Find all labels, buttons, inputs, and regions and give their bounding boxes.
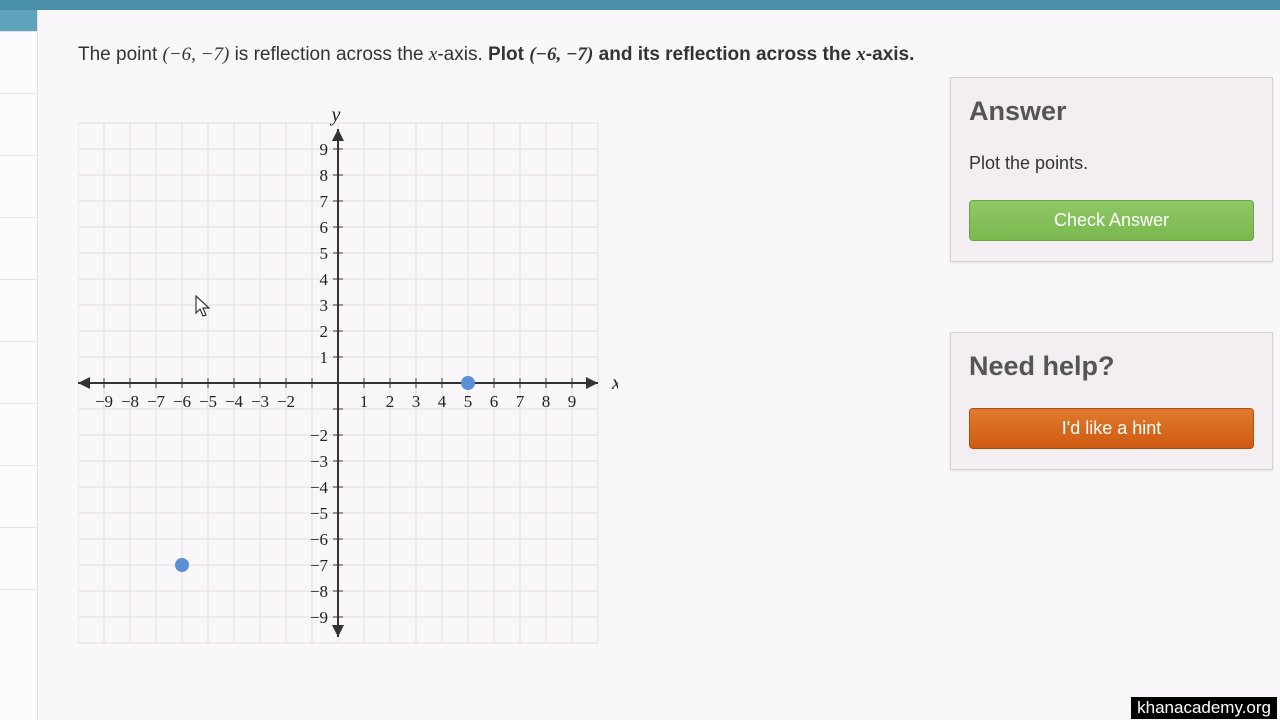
svg-text:−6: −6 <box>173 392 191 411</box>
q-plot: Plot <box>488 44 529 65</box>
coordinate-graph[interactable]: −9−8−7−6−5−4−3−2123456789123456789−2−3−4… <box>78 97 618 657</box>
sidebar-tab[interactable] <box>0 156 37 218</box>
q-point1: (−6, −7) <box>163 44 230 65</box>
q-xaxis: x <box>856 44 866 65</box>
check-answer-button[interactable]: Check Answer <box>969 200 1254 241</box>
q-text: The point <box>78 44 163 65</box>
svg-text:3: 3 <box>320 296 329 315</box>
q-text: is reflection across the <box>229 44 429 65</box>
svg-text:x: x <box>611 372 618 394</box>
svg-text:5: 5 <box>320 244 329 263</box>
svg-text:6: 6 <box>490 392 499 411</box>
svg-text:7: 7 <box>320 192 329 211</box>
graph-svg[interactable]: −9−8−7−6−5−4−3−2123456789123456789−2−3−4… <box>78 97 618 657</box>
svg-text:2: 2 <box>320 322 329 341</box>
svg-text:6: 6 <box>320 218 329 237</box>
svg-text:−5: −5 <box>199 392 217 411</box>
sidebar-tab[interactable] <box>0 342 37 404</box>
answer-heading: Answer <box>969 96 1254 127</box>
svg-text:1: 1 <box>320 348 329 367</box>
sidebar-tab[interactable] <box>0 94 37 156</box>
sidebar-tab-active[interactable] <box>0 10 37 32</box>
svg-text:9: 9 <box>568 392 577 411</box>
svg-text:y: y <box>330 104 341 126</box>
svg-text:8: 8 <box>320 166 329 185</box>
svg-text:−3: −3 <box>310 452 328 471</box>
svg-text:−5: −5 <box>310 504 328 523</box>
left-sidebar <box>0 10 38 720</box>
svg-text:1: 1 <box>360 392 369 411</box>
q-text: -axis. <box>866 44 915 65</box>
q-text: and its reflection across the <box>593 44 856 65</box>
svg-text:−9: −9 <box>310 608 328 627</box>
svg-text:−7: −7 <box>310 556 329 575</box>
sidebar-tab[interactable] <box>0 528 37 590</box>
question-text: The point (−6, −7) is reflection across … <box>78 40 948 69</box>
help-panel: Need help? I'd like a hint <box>950 332 1273 470</box>
svg-text:−4: −4 <box>310 478 329 497</box>
q-point2: (−6, −7) <box>529 44 593 65</box>
svg-text:3: 3 <box>412 392 421 411</box>
svg-text:7: 7 <box>516 392 525 411</box>
svg-text:4: 4 <box>438 392 447 411</box>
svg-text:−3: −3 <box>251 392 269 411</box>
watermark: khanacademy.org <box>1131 697 1277 719</box>
svg-text:−8: −8 <box>121 392 139 411</box>
top-bar <box>0 0 1280 10</box>
svg-text:−2: −2 <box>277 392 295 411</box>
svg-text:4: 4 <box>320 270 329 289</box>
svg-text:5: 5 <box>464 392 473 411</box>
q-text: -axis. <box>437 44 488 65</box>
hint-button[interactable]: I'd like a hint <box>969 408 1254 449</box>
svg-text:−7: −7 <box>147 392 166 411</box>
sidebar-tab[interactable] <box>0 32 37 94</box>
sidebar-tab[interactable] <box>0 218 37 280</box>
sidebar-tab[interactable] <box>0 280 37 342</box>
svg-text:−8: −8 <box>310 582 328 601</box>
help-heading: Need help? <box>969 351 1254 382</box>
svg-text:−2: −2 <box>310 426 328 445</box>
answer-panel: Answer Plot the points. Check Answer <box>950 77 1273 262</box>
sidebar-tab[interactable] <box>0 404 37 466</box>
svg-text:−6: −6 <box>310 530 328 549</box>
svg-text:8: 8 <box>542 392 551 411</box>
svg-text:9: 9 <box>320 140 329 159</box>
svg-text:−4: −4 <box>225 392 244 411</box>
answer-instruction: Plot the points. <box>969 153 1254 174</box>
svg-text:2: 2 <box>386 392 395 411</box>
svg-text:−9: −9 <box>95 392 113 411</box>
sidebar-tab[interactable] <box>0 466 37 528</box>
